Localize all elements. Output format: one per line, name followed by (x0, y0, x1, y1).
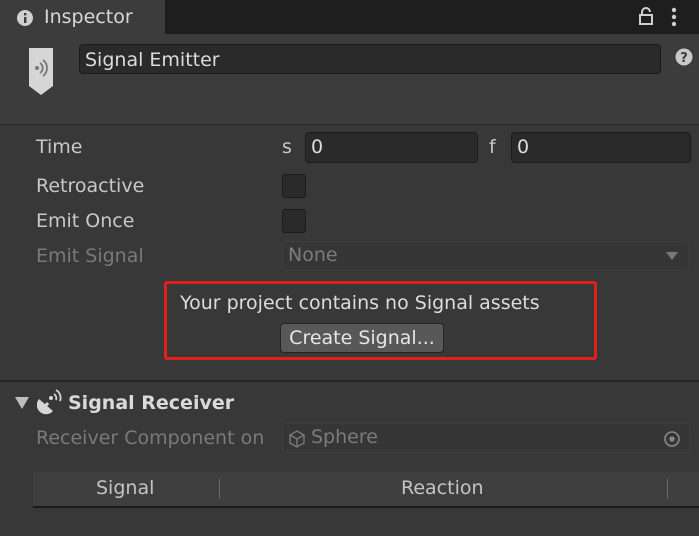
create-signal-button[interactable]: Create Signal... (280, 323, 444, 353)
emit-signal-value: None (288, 244, 338, 266)
tab-title: Inspector (44, 6, 133, 28)
emit-signal-label: Emit Signal (36, 245, 144, 267)
receiver-component-field[interactable]: Sphere (282, 423, 690, 453)
receiver-table-header: Signal Reaction (33, 472, 699, 508)
column-header-reaction[interactable]: Reaction (401, 477, 484, 499)
info-icon (17, 10, 33, 26)
dropdown-arrow-icon (666, 252, 678, 260)
foldout-arrow-icon[interactable] (15, 397, 29, 409)
signal-receiver-icon (37, 389, 62, 415)
section-divider (0, 380, 699, 382)
object-name-input[interactable]: Signal Emitter (79, 44, 661, 74)
signal-receiver-title: Signal Receiver (68, 392, 235, 414)
no-assets-message: Your project contains no Signal assets (180, 292, 540, 314)
receiver-component-label: Receiver Component on (36, 427, 265, 449)
time-seconds-input[interactable]: 0 (305, 132, 478, 163)
object-picker-icon[interactable] (663, 430, 681, 448)
column-divider[interactable] (667, 479, 668, 499)
receiver-component-value: Sphere (311, 426, 378, 448)
emit-signal-dropdown[interactable]: None (282, 241, 689, 271)
kebab-menu-icon[interactable] (669, 6, 679, 28)
retroactive-checkbox[interactable] (282, 174, 306, 198)
frames-prefix: f (489, 136, 496, 158)
tab-inspector[interactable]: Inspector (0, 0, 166, 35)
seconds-prefix: s (282, 136, 292, 158)
emit-once-label: Emit Once (36, 210, 135, 232)
help-icon[interactable]: ? (675, 48, 693, 66)
column-header-signal[interactable]: Signal (96, 477, 154, 499)
lock-icon[interactable] (638, 6, 654, 26)
emit-once-checkbox[interactable] (282, 209, 306, 233)
signal-emitter-icon (29, 48, 53, 95)
cube-icon (289, 430, 305, 448)
time-label: Time (36, 136, 83, 158)
time-frames-input[interactable]: 0 (511, 132, 691, 163)
column-divider[interactable] (219, 479, 220, 499)
retroactive-label: Retroactive (36, 175, 145, 197)
svg-text:?: ? (680, 51, 688, 66)
